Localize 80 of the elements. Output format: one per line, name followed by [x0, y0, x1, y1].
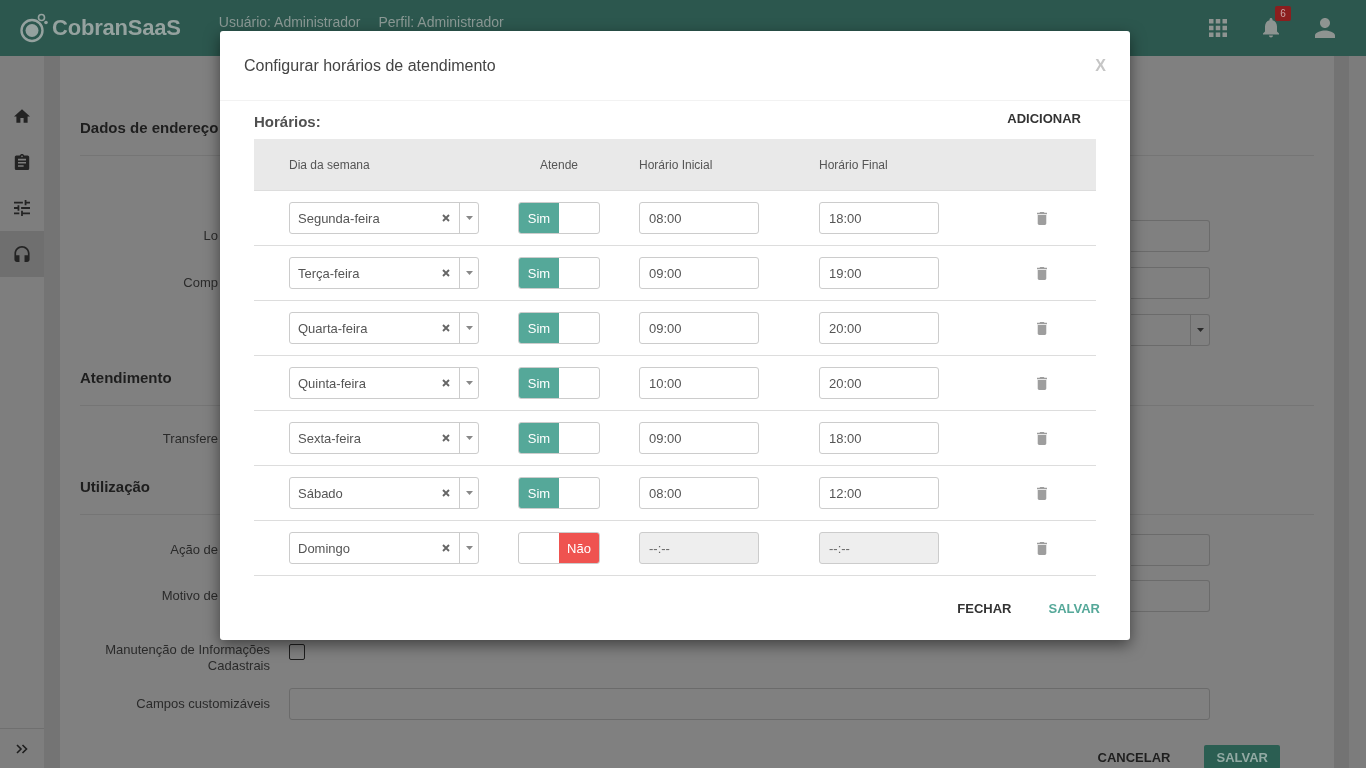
headset-icon — [14, 246, 30, 262]
input-field[interactable] — [1131, 534, 1210, 566]
sidebar-item[interactable] — [0, 231, 44, 277]
input-field[interactable] — [1131, 220, 1210, 252]
field-label: Comp — [183, 275, 218, 291]
delete-icon[interactable] — [1037, 266, 1047, 280]
clear-icon[interactable] — [442, 214, 450, 222]
delete-icon[interactable] — [1037, 541, 1047, 555]
clear-icon[interactable] — [442, 324, 450, 332]
end-time-field[interactable]: 20:00 — [819, 312, 939, 344]
field-label: Transfere — [162, 431, 218, 447]
clear-icon[interactable] — [442, 269, 450, 277]
day-select[interactable]: Sábado — [289, 477, 479, 509]
field-label: Campos customizáveis — [136, 696, 270, 712]
notification-badge: 6 — [1275, 6, 1291, 22]
input-field[interactable] — [1131, 267, 1210, 299]
sliders-icon — [14, 200, 30, 216]
field-label: Ação de — [170, 542, 218, 558]
start-time-field[interactable]: 09:00 — [639, 257, 759, 289]
caret-icon — [465, 271, 473, 275]
section-title: Utilização — [80, 477, 151, 497]
end-time-field[interactable]: 18:00 — [819, 422, 939, 454]
field-label: Manutenção de Informações Cadastrais — [104, 642, 270, 674]
caret-icon — [1196, 328, 1204, 332]
field-label: Motivo de — [161, 588, 218, 604]
delete-icon[interactable] — [1037, 431, 1047, 445]
column-header: Dia da semana — [288, 157, 370, 172]
end-time-field[interactable]: 18:00 — [819, 202, 939, 234]
caret-icon — [465, 491, 473, 495]
checkbox[interactable] — [289, 644, 305, 660]
caret-icon — [465, 381, 473, 385]
home-icon — [14, 108, 30, 124]
delete-icon[interactable] — [1037, 486, 1047, 500]
delete-icon[interactable] — [1037, 376, 1047, 390]
start-time-field[interactable]: 08:00 — [639, 477, 759, 509]
user-info: Usuário: Administrador — [218, 15, 361, 29]
day-select[interactable]: Quinta-feira — [289, 367, 479, 399]
bell-icon[interactable] — [1263, 18, 1279, 38]
day-select[interactable]: Terça-feira — [289, 257, 479, 289]
section-title: Dados de endereço — [80, 118, 219, 138]
clear-icon[interactable] — [442, 544, 450, 552]
start-time-field[interactable]: 10:00 — [639, 367, 759, 399]
end-time-field[interactable]: 20:00 — [819, 367, 939, 399]
cancel-button[interactable]: CANCELAR — [1085, 745, 1183, 768]
start-time-field[interactable]: 09:00 — [639, 422, 759, 454]
day-select[interactable]: Quarta-feira — [289, 312, 479, 344]
day-select[interactable]: Segunda-feira — [289, 202, 479, 234]
caret-icon — [465, 326, 473, 330]
caret-icon — [465, 216, 473, 220]
delete-icon[interactable] — [1037, 321, 1047, 335]
caret-icon — [465, 546, 473, 550]
schedule-label: Horários: — [254, 112, 321, 130]
clear-icon[interactable] — [442, 489, 450, 497]
apps-grid-icon[interactable] — [1209, 19, 1227, 37]
end-time-field[interactable]: 12:00 — [819, 477, 939, 509]
field-label: Lo — [203, 228, 218, 244]
brand-name: CobranSaaS — [52, 15, 181, 41]
clear-icon[interactable] — [442, 379, 450, 387]
clipboard-icon — [14, 154, 30, 170]
coin-icon — [20, 13, 48, 43]
profile-info: Perfil: Administrador — [378, 15, 504, 29]
column-header: Horário Final — [819, 157, 888, 172]
add-button[interactable]: ADICIONAR — [992, 106, 1096, 130]
caret-icon — [465, 436, 473, 440]
end-time-field[interactable]: 19:00 — [819, 257, 939, 289]
close-dialog-button[interactable]: FECHAR — [949, 595, 1020, 622]
day-select[interactable]: Domingo — [289, 532, 479, 564]
start-time-field[interactable]: 09:00 — [639, 312, 759, 344]
start-time-field[interactable]: 08:00 — [639, 202, 759, 234]
section-title: Atendimento — [80, 368, 172, 388]
input-field[interactable] — [1131, 580, 1210, 612]
column-header: Atende — [538, 157, 579, 172]
column-header: Horário Inicial — [639, 157, 713, 172]
day-select[interactable]: Sexta-feira — [289, 422, 479, 454]
user-avatar-icon[interactable] — [1315, 18, 1335, 38]
chevrons-right-icon — [16, 743, 28, 754]
dialog-title: Configurar horários de atendimento — [244, 56, 496, 75]
delete-icon[interactable] — [1037, 211, 1047, 225]
select-field[interactable] — [1131, 314, 1210, 346]
clear-icon[interactable] — [442, 434, 450, 442]
